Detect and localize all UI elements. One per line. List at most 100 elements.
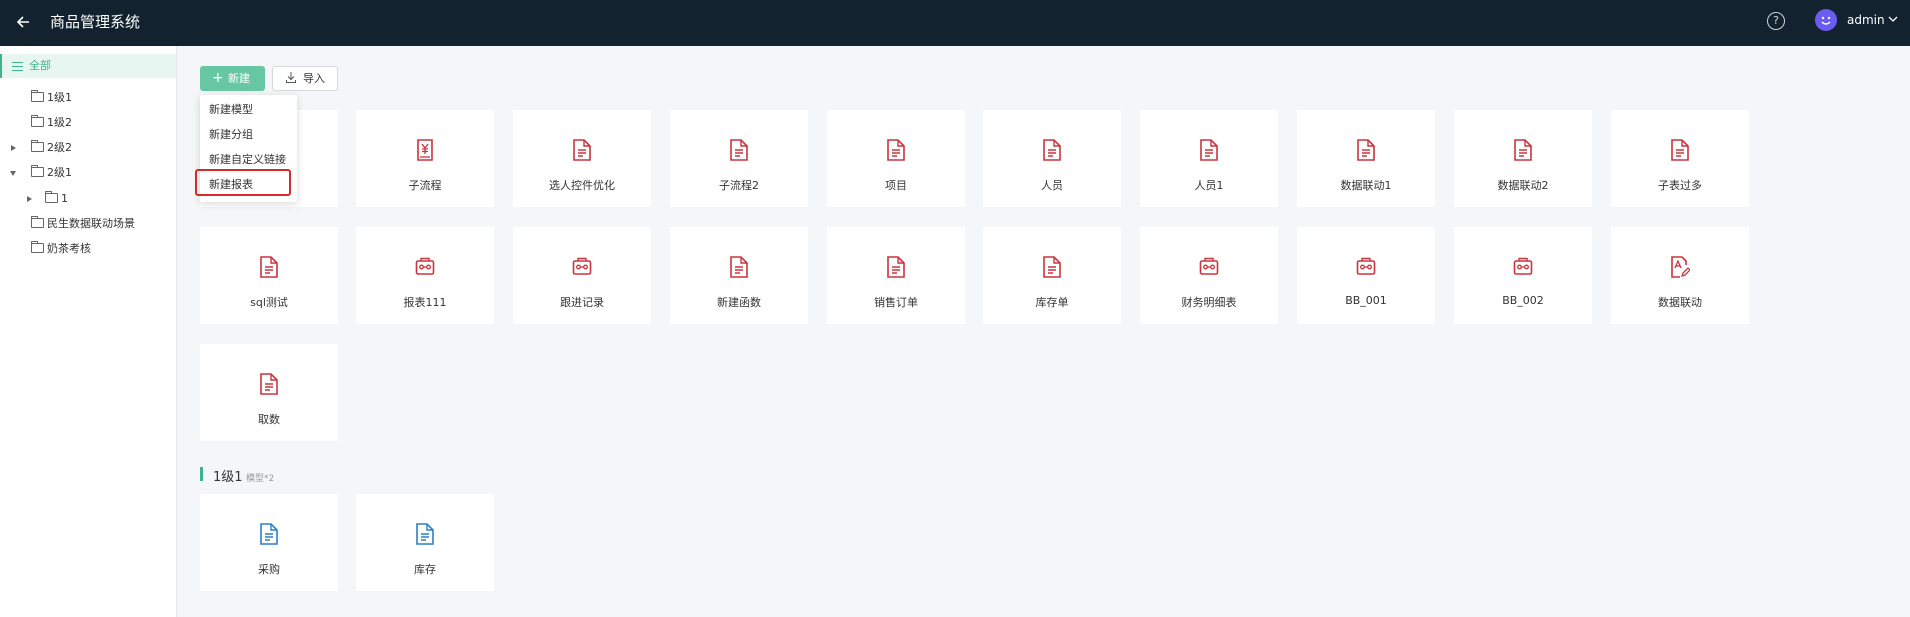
- folder-icon: [31, 140, 44, 152]
- section-title: 1级1: [213, 470, 243, 485]
- document-icon: [1514, 139, 1532, 161]
- model-card[interactable]: 库存: [356, 494, 494, 591]
- card-label: 财务明细表: [1181, 296, 1237, 309]
- document-icon: [1671, 139, 1689, 161]
- new-button[interactable]: + 新建: [200, 66, 265, 91]
- document-icon: [260, 523, 278, 545]
- money-doc-icon: [417, 139, 433, 161]
- model-card[interactable]: BB_001: [1297, 227, 1435, 324]
- model-card[interactable]: 新建函数: [670, 227, 808, 324]
- list-icon: [12, 62, 23, 71]
- model-card[interactable]: 项目: [827, 110, 965, 207]
- plus-icon: +: [212, 70, 224, 86]
- tree-item-2-1[interactable]: 2级1: [0, 161, 176, 185]
- app-title: 商品管理系统: [50, 13, 141, 31]
- tree-item-naicha[interactable]: 奶茶考核: [0, 237, 176, 261]
- model-card[interactable]: 财务明细表: [1140, 227, 1278, 324]
- model-card[interactable]: 报表111: [356, 227, 494, 324]
- section-subtitle: 模型*2: [246, 474, 275, 484]
- document-icon: [260, 373, 278, 395]
- card-label: 采购: [258, 563, 280, 576]
- model-card[interactable]: 销售订单: [827, 227, 965, 324]
- collapse-arrow-icon[interactable]: [10, 171, 16, 176]
- folder-icon: [31, 165, 44, 177]
- tree-item-1-2[interactable]: 1级2: [0, 111, 176, 135]
- document-icon: [573, 139, 591, 161]
- card-label: 选人控件优化: [549, 179, 615, 192]
- tree-item-label: 全部: [29, 59, 51, 72]
- tree-item-label: 2级2: [47, 141, 72, 154]
- card-label: 销售订单: [874, 296, 918, 309]
- download-icon: [286, 72, 296, 83]
- tree-item-1-1[interactable]: 1级1: [0, 86, 176, 110]
- menu-item-new-group[interactable]: 新建分组: [200, 122, 297, 147]
- document-icon: [887, 256, 905, 278]
- card-label: 数据联动2: [1497, 179, 1549, 192]
- document-icon: [260, 256, 278, 278]
- card-label: 数据联动: [1658, 296, 1702, 309]
- model-card[interactable]: 跟进记录: [513, 227, 651, 324]
- new-button-label: 新建: [228, 72, 250, 85]
- document-icon: [1200, 139, 1218, 161]
- document-icon: [1043, 256, 1061, 278]
- document-icon: [730, 256, 748, 278]
- card-label: 子流程2: [719, 179, 759, 192]
- tree-item-all[interactable]: 全部: [0, 54, 176, 78]
- menu-item-new-report[interactable]: 新建报表: [200, 172, 297, 197]
- model-card[interactable]: 选人控件优化: [513, 110, 651, 207]
- model-card[interactable]: 人员: [983, 110, 1121, 207]
- sidebar-tree: 全部 1级1 1级2 2级2 2级1 1 民生数据联动场景 奶茶考核: [0, 46, 177, 617]
- menu-item-new-model[interactable]: 新建模型: [200, 97, 297, 122]
- username[interactable]: admin: [1847, 13, 1885, 27]
- card-label: 子流程: [408, 179, 442, 192]
- tree-item-1[interactable]: 1: [0, 187, 176, 211]
- model-card[interactable]: 库存单: [983, 227, 1121, 324]
- import-button-label: 导入: [303, 72, 325, 85]
- section-accent-bar: [200, 467, 203, 481]
- report-icon: [1513, 257, 1533, 275]
- document-icon: [416, 523, 434, 545]
- folder-icon: [31, 90, 44, 102]
- avatar[interactable]: [1815, 9, 1837, 31]
- model-card[interactable]: 采购: [200, 494, 338, 591]
- new-dropdown-menu: 新建模型 新建分组 新建自定义链接 新建报表: [200, 95, 297, 202]
- tree-item-2-2[interactable]: 2级2: [0, 136, 176, 160]
- tree-item-label: 民生数据联动场景: [47, 217, 135, 230]
- back-arrow-icon[interactable]: [14, 12, 34, 32]
- document-icon: [730, 139, 748, 161]
- model-card[interactable]: 取数: [200, 344, 338, 441]
- help-icon[interactable]: ?: [1767, 12, 1785, 30]
- card-label: BB_002: [1502, 294, 1544, 307]
- model-card[interactable]: 子流程: [356, 110, 494, 207]
- tree-item-label: 1级1: [47, 91, 72, 104]
- import-button[interactable]: 导入: [272, 66, 338, 91]
- chevron-down-icon[interactable]: [1887, 13, 1899, 25]
- tree-item-label: 2级1: [47, 166, 72, 179]
- model-card[interactable]: sql测试: [200, 227, 338, 324]
- model-card[interactable]: 子表过多: [1611, 110, 1749, 207]
- card-label: sql测试: [250, 296, 288, 309]
- document-icon: [887, 139, 905, 161]
- model-card[interactable]: 数据联动2: [1454, 110, 1592, 207]
- report-icon: [415, 257, 435, 275]
- document-icon: [1357, 139, 1375, 161]
- edit-doc-icon: [1671, 256, 1690, 278]
- model-card[interactable]: BB_002: [1454, 227, 1592, 324]
- menu-item-new-link[interactable]: 新建自定义链接: [200, 147, 297, 172]
- expand-arrow-icon[interactable]: [27, 196, 32, 202]
- folder-icon: [31, 241, 44, 253]
- card-label: 项目: [885, 179, 907, 192]
- top-bar: 商品管理系统 ? admin: [0, 0, 1910, 46]
- card-label: 跟进记录: [560, 296, 604, 309]
- report-icon: [1199, 257, 1219, 275]
- tree-item-minsheng[interactable]: 民生数据联动场景: [0, 212, 176, 236]
- model-card[interactable]: 子流程2: [670, 110, 808, 207]
- card-label: 新建函数: [717, 296, 761, 309]
- card-label: 子表过多: [1658, 179, 1702, 192]
- model-card[interactable]: 人员1: [1140, 110, 1278, 207]
- model-card[interactable]: 数据联动: [1611, 227, 1749, 324]
- report-icon: [1356, 257, 1376, 275]
- expand-arrow-icon[interactable]: [11, 145, 16, 151]
- model-card[interactable]: 数据联动1: [1297, 110, 1435, 207]
- tree-item-label: 1: [61, 192, 68, 205]
